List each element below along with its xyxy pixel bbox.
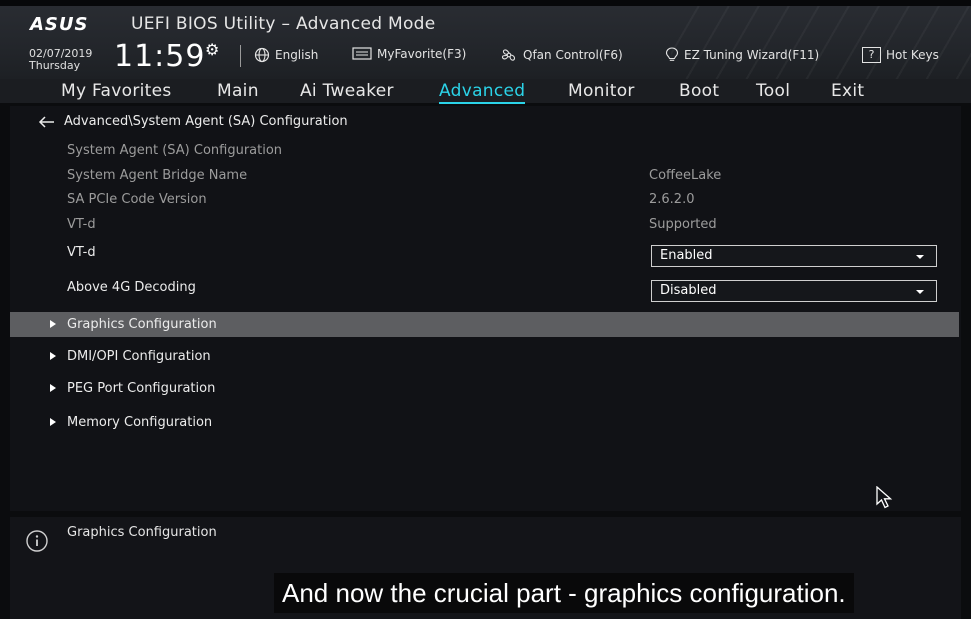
vtd-select-value: Enabled xyxy=(660,248,713,263)
above-4g-select-value: Disabled xyxy=(660,283,717,298)
submenu-peg-port-configuration[interactable]: PEG Port Configuration xyxy=(10,376,959,401)
setting-label-vtd: VT-d xyxy=(67,245,96,260)
app-title: UEFI BIOS Utility – Advanced Mode xyxy=(131,14,436,34)
clock-settings-gear-icon[interactable]: ⚙ xyxy=(205,40,219,59)
submenu-label: DMI/OPI Configuration xyxy=(67,349,211,364)
top-edge xyxy=(0,0,971,6)
hot-keys-label: Hot Keys xyxy=(886,48,939,62)
info-value-vtd: Supported xyxy=(649,217,717,232)
submenu-label: Graphics Configuration xyxy=(67,317,217,332)
tab-exit[interactable]: Exit xyxy=(831,80,864,102)
breadcrumb-path: Advanced\System Agent (SA) Configuration xyxy=(64,114,348,129)
header-divider xyxy=(240,45,241,67)
tab-my-favorites[interactable]: My Favorites xyxy=(61,80,172,102)
vtd-select[interactable]: Enabled xyxy=(651,245,937,267)
ez-tuning-wizard-button[interactable]: EZ Tuning Wizard(F11) xyxy=(665,47,819,63)
submenu-arrow-icon xyxy=(50,352,56,360)
chevron-down-icon xyxy=(916,290,924,294)
submenu-arrow-icon xyxy=(50,384,56,392)
submenu-arrow-icon xyxy=(50,320,56,328)
globe-icon xyxy=(254,47,270,63)
myfavorite-button[interactable]: MyFavorite(F3) xyxy=(352,47,466,61)
help-text: Graphics Configuration xyxy=(67,525,217,540)
submenu-label: PEG Port Configuration xyxy=(67,381,216,396)
info-value-bridge-name: CoffeeLake xyxy=(649,168,722,183)
info-label-vtd: VT-d xyxy=(67,217,96,232)
decorative-stripes xyxy=(671,0,971,79)
chevron-down-icon xyxy=(916,255,924,259)
tab-tool[interactable]: Tool xyxy=(756,80,790,102)
language-button[interactable]: English xyxy=(254,47,318,63)
setting-label-above-4g: Above 4G Decoding xyxy=(67,280,196,295)
tab-monitor[interactable]: Monitor xyxy=(568,80,635,102)
above-4g-select[interactable]: Disabled xyxy=(651,280,937,302)
tab-boot[interactable]: Boot xyxy=(679,80,719,102)
hot-keys-button[interactable]: ? Hot Keys xyxy=(862,47,939,63)
back-arrow-icon[interactable] xyxy=(38,115,56,128)
info-icon xyxy=(26,530,48,552)
breadcrumb[interactable]: Advanced\System Agent (SA) Configuration xyxy=(38,114,348,129)
qfan-control-button[interactable]: Qfan Control(F6) xyxy=(500,47,623,63)
tab-ai-tweaker[interactable]: Ai Tweaker xyxy=(300,80,394,102)
video-subtitle: And now the crucial part - graphics conf… xyxy=(274,573,854,613)
asus-logo: ASUS xyxy=(30,14,89,35)
section-title: System Agent (SA) Configuration xyxy=(67,143,283,158)
submenu-label: Memory Configuration xyxy=(67,415,213,430)
info-label-bridge-name: System Agent Bridge Name xyxy=(67,168,248,183)
weekday-text: Thursday xyxy=(29,59,81,72)
submenu-dmi-opi-configuration[interactable]: DMI/OPI Configuration xyxy=(10,344,959,369)
clock-time: 11:59 xyxy=(114,39,206,74)
info-label-pcie-version: SA PCIe Code Version xyxy=(67,192,207,207)
help-key-icon: ? xyxy=(862,47,881,63)
language-label: English xyxy=(275,48,319,62)
submenu-graphics-configuration[interactable]: Graphics Configuration xyxy=(10,312,959,337)
ez-tuning-wizard-label: EZ Tuning Wizard(F11) xyxy=(684,48,820,62)
tab-main[interactable]: Main xyxy=(217,80,259,102)
mouse-pointer-icon xyxy=(876,486,893,509)
qfan-control-label: Qfan Control(F6) xyxy=(523,48,623,62)
submenu-arrow-icon xyxy=(50,418,56,426)
date-block: 02/07/2019 Thursday xyxy=(29,48,92,72)
lightbulb-icon xyxy=(665,47,679,61)
monitor-icon xyxy=(352,47,372,60)
fan-icon xyxy=(501,49,516,61)
submenu-memory-configuration[interactable]: Memory Configuration xyxy=(10,410,959,435)
main-panel xyxy=(10,106,961,511)
tab-advanced[interactable]: Advanced xyxy=(439,80,526,104)
myfavorite-label: MyFavorite(F3) xyxy=(377,47,467,61)
info-value-pcie-version: 2.6.2.0 xyxy=(649,192,695,207)
